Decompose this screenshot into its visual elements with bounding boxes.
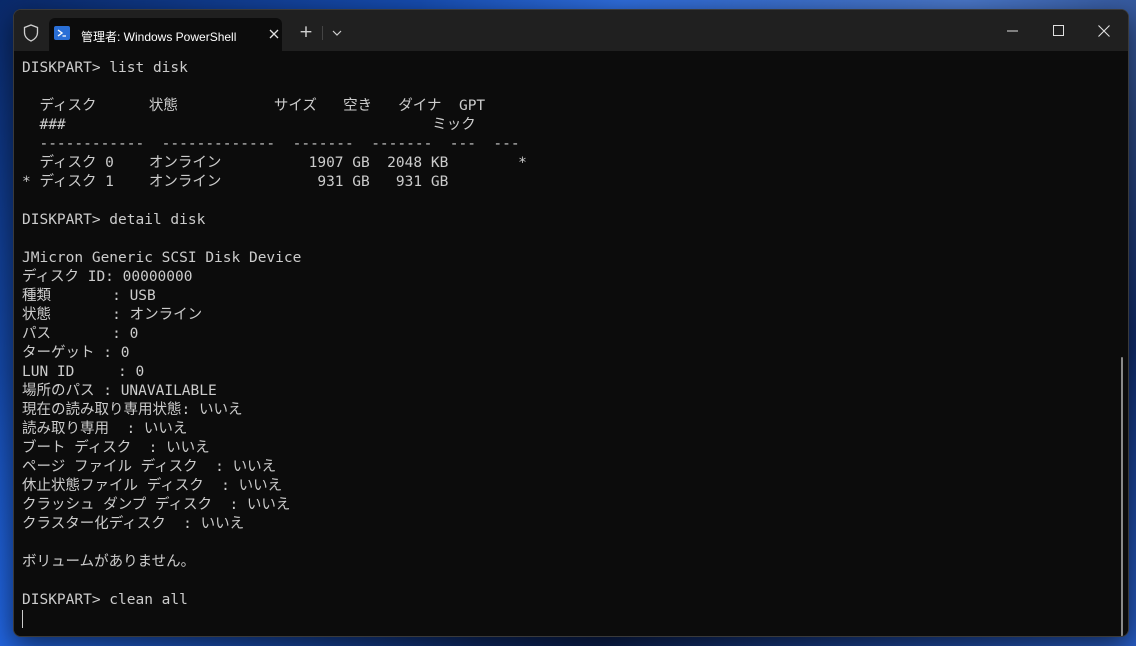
close-icon [1098,24,1110,37]
terminal-line: パス : 0 [22,326,139,342]
terminal-line: 場所のパス : UNAVAILABLE [22,383,217,399]
terminal-line: クラッシュ ダンプ ディスク : いいえ [22,497,291,513]
terminal-line: ボリュームがありません。 [22,554,196,570]
chevron-down-icon[interactable] [326,23,348,43]
terminal-line: クラスター化ディスク : いいえ [22,516,245,532]
terminal-line: 状態 : オンライン [22,307,203,323]
terminal-line: ### ミック [22,117,476,133]
title-bar[interactable]: 管理者: Windows PowerShell + [14,10,1128,51]
text-cursor [22,610,23,628]
terminal-line: 種類 : USB [22,288,156,304]
terminal-line: ディスク 0 オンライン 1907 GB 2048 KB * [22,155,527,171]
terminal-line: ターゲット : 0 [22,345,130,361]
terminal-line: ディスク ID: 00000000 [22,269,193,285]
tab-separator [322,26,323,40]
terminal-line: 現在の読み取り専用状態: いいえ [22,402,243,418]
terminal-line: ------------ ------------- ------- -----… [22,136,520,152]
minimize-icon [1006,30,1018,31]
maximize-icon [1052,25,1064,36]
terminal-output[interactable]: DISKPART> list disk ディスク 状態 サイズ 空き ダイナ G… [14,51,1128,636]
tab-powershell[interactable]: 管理者: Windows PowerShell [49,18,282,51]
terminal-line: * ディスク 1 オンライン 931 GB 931 GB [22,174,449,190]
close-window-button[interactable] [1081,10,1127,51]
powershell-icon [54,26,70,40]
terminal-line: 読み取り専用 : いいえ [22,421,188,437]
maximize-button[interactable] [1035,10,1081,51]
terminal-line: ディスク 状態 サイズ 空き ダイナ GPT [22,98,486,114]
shield-icon [22,24,40,42]
scrollbar[interactable] [1121,357,1123,636]
terminal-window: 管理者: Windows PowerShell + DISKPART> list… [13,9,1129,637]
new-tab-button[interactable]: + [294,23,318,43]
terminal-line: JMicron Generic SCSI Disk Device [22,250,302,266]
terminal-line: DISKPART> list disk [22,60,188,76]
minimize-button[interactable] [989,10,1035,51]
console-text: DISKPART> list disk ディスク 状態 サイズ 空き ダイナ G… [22,59,527,610]
terminal-line: DISKPART> clean all [22,592,188,608]
terminal-line: LUN ID : 0 [22,364,145,380]
close-tab-icon[interactable] [265,25,283,43]
tab-title: 管理者: Windows PowerShell [81,30,237,44]
terminal-line: 休止状態ファイル ディスク : いいえ [22,478,283,494]
terminal-line: ブート ディスク : いいえ [22,440,210,456]
terminal-line: DISKPART> detail disk [22,212,206,228]
terminal-line: ページ ファイル ディスク : いいえ [22,459,277,475]
